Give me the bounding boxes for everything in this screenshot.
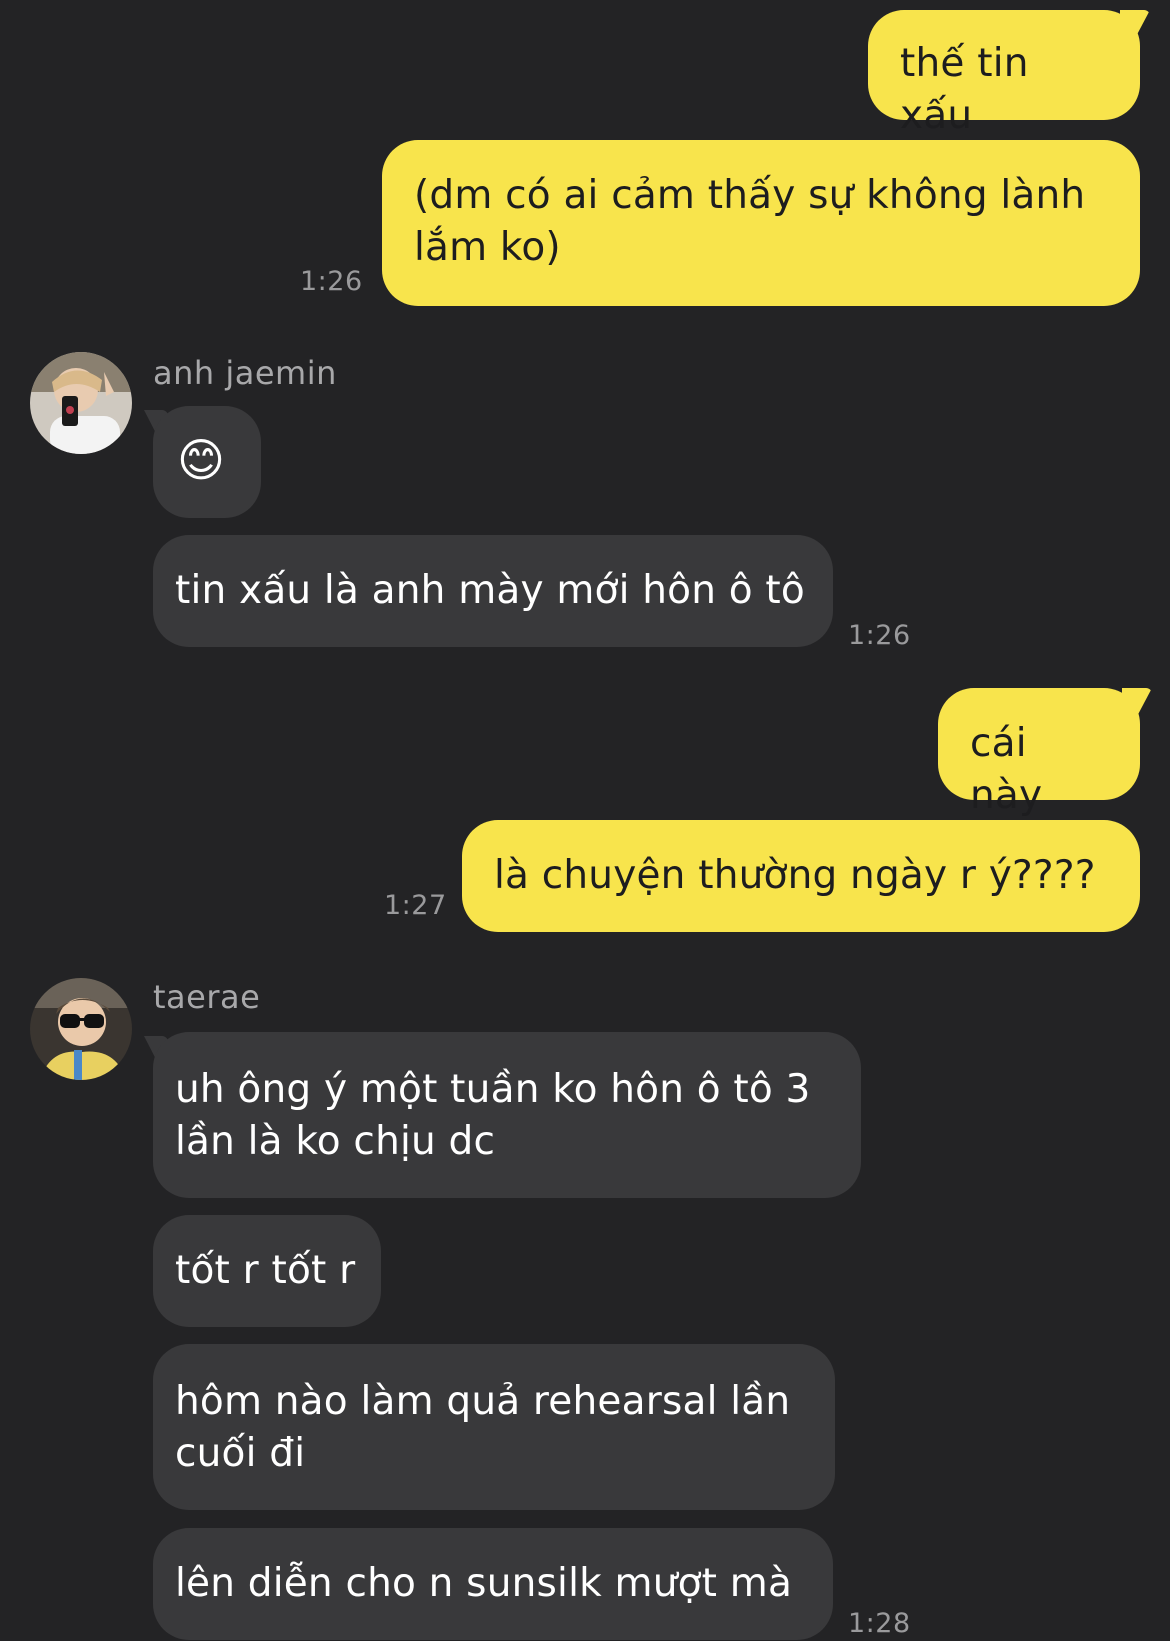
incoming-message[interactable]: lên diễn cho n sunsilk mượt mà (153, 1528, 833, 1640)
message-timestamp: 1:27 (384, 890, 447, 921)
incoming-message[interactable]: hôm nào làm quả rehearsal lần cuối đi (153, 1344, 835, 1510)
incoming-message[interactable]: tin xấu là anh mày mới hôn ô tô (153, 535, 833, 647)
message-timestamp: 1:28 (848, 1608, 911, 1639)
message-timestamp: 1:26 (848, 620, 911, 651)
message-timestamp: 1:26 (300, 266, 363, 297)
sender-name: taerae (153, 978, 261, 1016)
avatar-photo-taerae-icon (30, 978, 132, 1080)
chat-thread: thế tin xấu 1:26 (dm có ai cảm thấy sự k… (0, 0, 1170, 1641)
incoming-message[interactable]: uh ông ý một tuần ko hôn ô tô 3 lần là k… (153, 1032, 861, 1198)
outgoing-message[interactable]: (dm có ai cảm thấy sự không lành lắm ko) (382, 140, 1140, 306)
outgoing-message[interactable]: cái này (938, 688, 1140, 818)
outgoing-message[interactable]: thế tin xấu (868, 10, 1140, 138)
avatar[interactable] (30, 978, 132, 1080)
avatar-photo-jaemin-icon (30, 352, 132, 454)
avatar[interactable] (30, 352, 132, 454)
sender-name: anh jaemin (153, 354, 337, 392)
incoming-message[interactable]: tốt r tốt r (153, 1215, 381, 1327)
outgoing-message[interactable]: là chuyện thường ngày r ý???? (462, 820, 1140, 932)
incoming-message[interactable]: 😊 (153, 406, 261, 518)
